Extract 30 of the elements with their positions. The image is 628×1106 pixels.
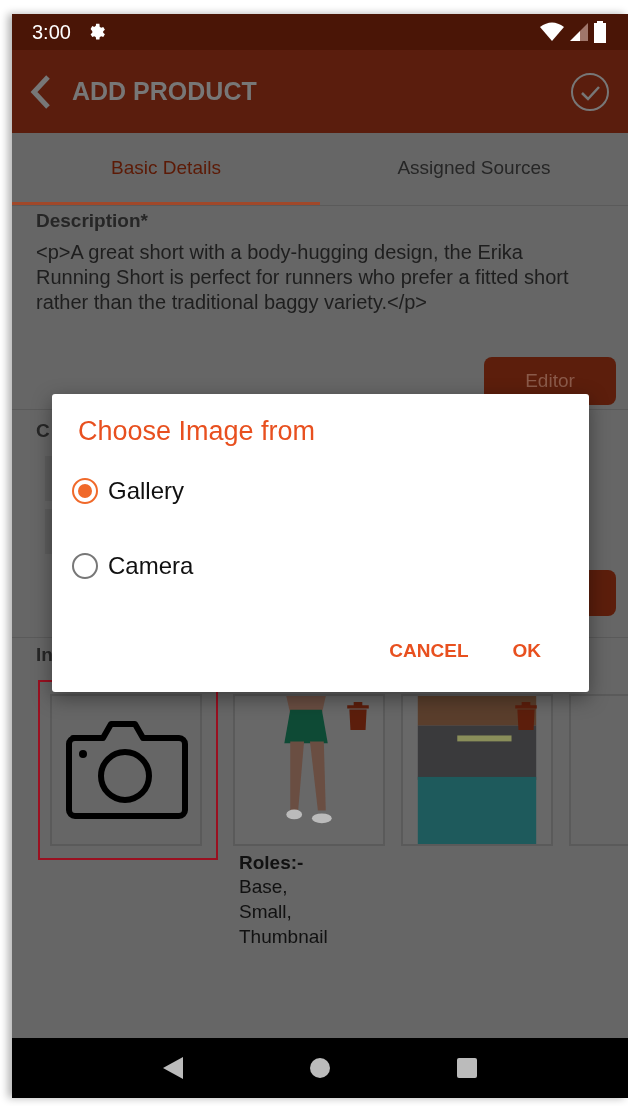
role-text: Base, <box>239 875 289 899</box>
image-tile[interactable] <box>50 694 202 846</box>
section-label: In <box>36 644 53 666</box>
screen-title: ADD PRODUCT <box>72 77 257 106</box>
radio-button[interactable] <box>72 478 98 504</box>
selected-tile[interactable] <box>38 680 218 860</box>
description-text: <p>A great short with a body-hugging design, the Erika Running Short is perfect for runners who prefer a fitted short rather than the traditional baggy variety.</p> <box>36 240 570 315</box>
radio-option[interactable]: Camera <box>72 540 272 592</box>
recents-icon[interactable] <box>456 1058 477 1078</box>
home-icon[interactable] <box>310 1058 330 1078</box>
field-label: Description* <box>36 210 148 232</box>
section-label: C <box>36 420 50 442</box>
trash-icon[interactable] <box>347 702 369 730</box>
radio-button[interactable] <box>72 553 98 579</box>
dialog-button[interactable]: CANCEL <box>377 632 481 670</box>
tab[interactable]: Assigned Sources <box>320 133 628 205</box>
dialog-title: Choose Image from <box>78 416 317 447</box>
role-text: Small, <box>239 900 293 924</box>
role-text: Thumbnail <box>239 925 329 949</box>
battery-icon <box>594 21 606 43</box>
tab[interactable]: Basic Details <box>12 133 320 205</box>
signal-icon <box>570 23 588 41</box>
check-circle-icon[interactable] <box>570 71 610 112</box>
roles-label: Roles:- <box>239 852 305 874</box>
dialog-button[interactable]: OK <box>500 632 553 670</box>
trash-icon[interactable] <box>515 702 537 730</box>
back-icon[interactable] <box>163 1057 184 1079</box>
clock-time: 3:00 <box>32 20 71 44</box>
wifi-icon <box>540 22 564 42</box>
radio-option[interactable]: Gallery <box>72 465 272 517</box>
